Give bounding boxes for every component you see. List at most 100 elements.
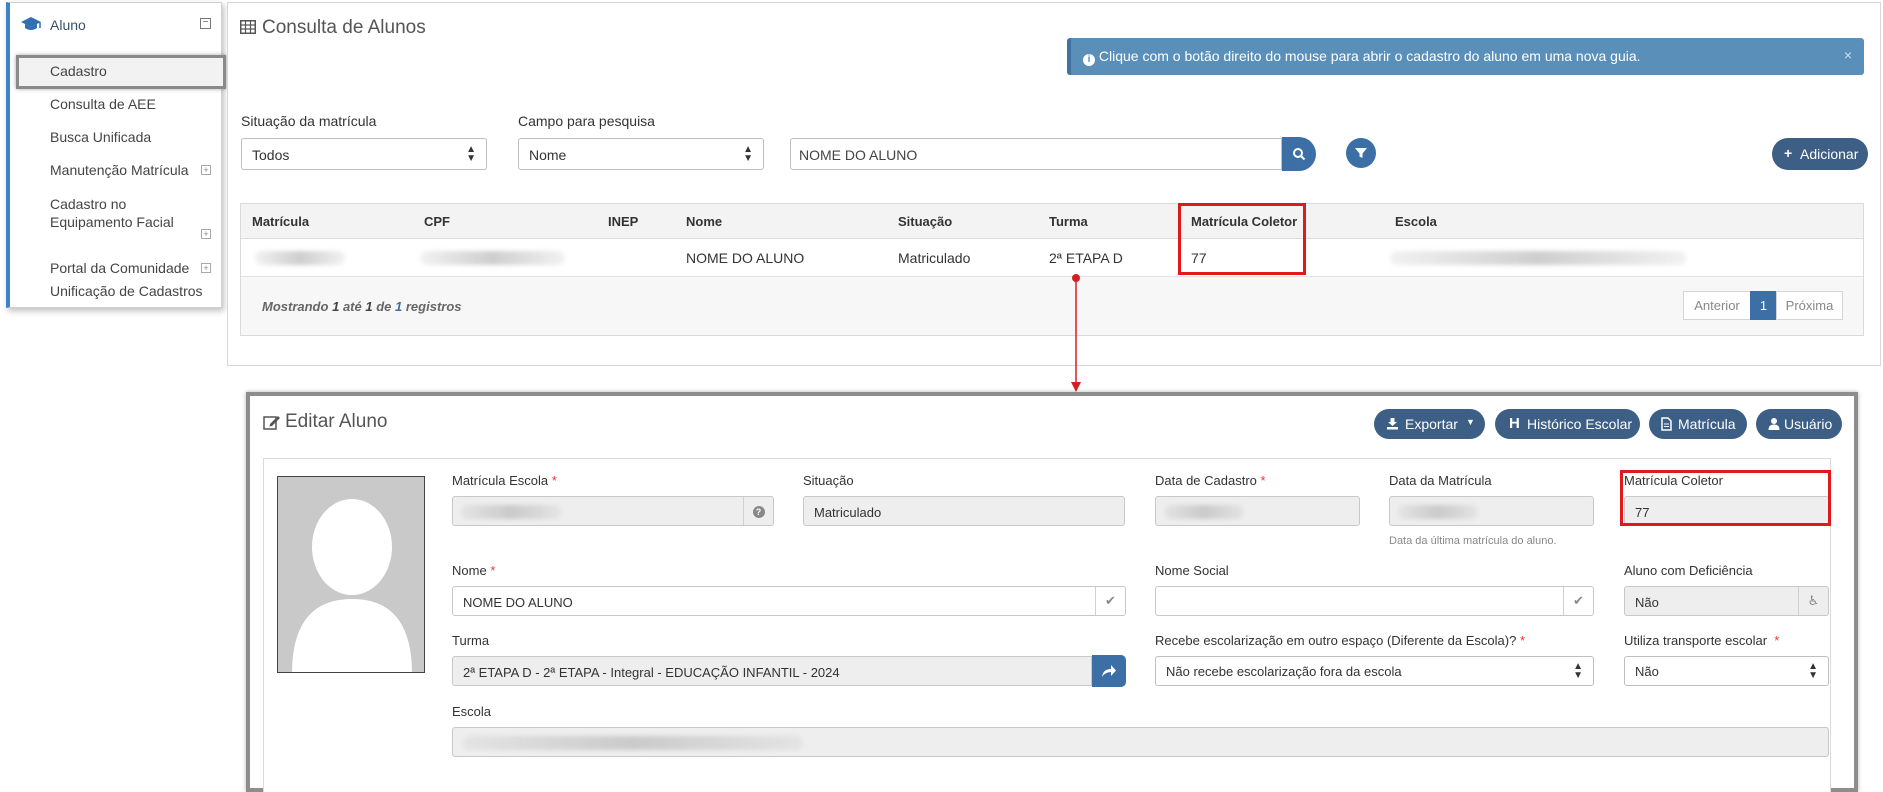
situacao-label: Situação da matrícula [241,113,377,129]
filter-icon [1355,148,1367,158]
situacao-field-label: Situação [803,473,854,488]
caret-down-icon: ▼ [1466,417,1475,427]
sidebar-item-unificacao-cadastros[interactable]: Unificação de Cadastros [50,283,203,299]
cell-turma: 2ª ETAPA D [1049,250,1123,266]
info-alert: i Clique com o botão direito do mouse pa… [1067,38,1864,75]
download-icon [1387,418,1398,430]
highlight-matricula-coletor-column [1178,203,1306,275]
expand-icon[interactable]: + [201,165,211,175]
wheelchair-icon: ♿ [1798,587,1828,615]
redacted-escola-name [463,736,803,750]
col-matricula[interactable]: Matrícula [252,214,309,229]
sidebar-item-portal-comunidade[interactable]: Portal da Comunidade [50,260,189,276]
filter-button[interactable] [1346,138,1376,168]
edit-icon [263,416,280,430]
table-icon [240,20,256,34]
nome-social-field[interactable]: ✔ [1155,586,1594,616]
info-circle-icon: i [1083,54,1095,66]
check-icon: ✔ [1095,587,1125,615]
redacted-data-cadastro [1164,505,1244,519]
sidebar-item-cadastro-highlight [16,55,226,89]
search-input[interactable]: NOME DO ALUNO [790,138,1282,170]
pagination-prev[interactable]: Anterior [1683,291,1751,320]
matricula-escola-field[interactable]: ? [452,496,774,526]
sidebar-item-consulta-aee[interactable]: Consulta de AEE [50,96,156,112]
data-cadastro-field [1155,496,1360,526]
transporte-select[interactable]: Não ▲ ▼ [1624,656,1829,686]
search-icon [1293,148,1306,161]
deficiencia-field[interactable]: Não ♿ [1624,586,1829,616]
situacao-field: Matriculado [803,496,1125,526]
expand-icon[interactable]: + [201,229,211,239]
campo-label: Campo para pesquisa [518,113,655,129]
escola-label: Escola [452,704,492,719]
collapse-icon[interactable]: − [200,18,211,29]
close-icon[interactable]: × [1844,47,1852,63]
matricula-button[interactable]: Matrícula [1649,409,1747,439]
situacao-select[interactable]: Todos ▲ ▼ [241,138,487,170]
turma-field: 2ª ETAPA D - 2ª ETAPA - Integral - EDUCA… [452,656,1092,686]
search-button[interactable] [1282,137,1316,171]
highlight-matricula-coletor-field [1620,470,1831,526]
col-cpf[interactable]: CPF [424,214,450,229]
data-matricula-label: Data da Matrícula [1389,473,1492,488]
redacted-cpf [420,251,565,265]
avatar[interactable] [277,476,425,673]
check-icon: ✔ [1563,587,1593,615]
col-inep[interactable]: INEP [608,214,638,229]
deficiencia-label: Aluno com Deficiência [1624,563,1753,578]
sidebar-menu: Aluno − Cadastro Consulta de AEE Busca U… [6,2,226,308]
exportar-button[interactable]: Exportar ▼ [1374,409,1485,439]
h-icon: H [1509,415,1520,432]
share-arrow-icon [1102,665,1116,677]
cell-nome: NOME DO ALUNO [686,250,805,266]
select-arrows-icon: ▲ ▼ [1808,661,1818,681]
redacted-data-matricula [1398,505,1478,519]
col-escola[interactable]: Escola [1395,214,1437,229]
escola-field [452,727,1829,757]
sidebar-item-busca-unificada[interactable]: Busca Unificada [50,129,151,145]
matricula-escola-label: Matrícula Escola * [452,473,557,488]
turma-go-button[interactable] [1092,655,1126,687]
data-matricula-hint: Data da última matrícula do aluno. [1389,535,1557,547]
edit-title: Editar Aluno [285,411,388,432]
redacted-matricula-escola [461,505,561,519]
expand-icon[interactable]: + [201,263,211,273]
col-turma[interactable]: Turma [1049,214,1088,229]
connector-arrow [1071,274,1081,392]
sidebar-item-cadastro[interactable]: Cadastro [50,63,107,79]
alert-message: Clique com o botão direito do mouse para… [1098,48,1641,64]
data-cadastro-label: Data de Cadastro * [1155,473,1266,488]
campo-select[interactable]: Nome ▲ ▼ [518,138,764,170]
sidebar-header-label: Aluno [50,17,86,33]
col-nome[interactable]: Nome [686,214,722,229]
table-footer [241,276,1863,335]
usuario-button[interactable]: Usuário [1756,409,1842,439]
records-count: Mostrando 1 até 1 de 1 registros [262,299,462,314]
escolarizacao-select[interactable]: Não recebe escolarização fora da escola … [1155,656,1594,686]
select-arrows-icon: ▲ ▼ [743,144,753,164]
add-button[interactable]: + Adicionar [1772,138,1868,170]
pagination-page-1[interactable]: 1 [1750,291,1777,320]
cell-situacao: Matriculado [898,250,971,266]
transporte-label: Utiliza transporte escolar * [1624,633,1780,648]
historico-escolar-button[interactable]: H Histórico Escolar [1495,409,1640,439]
redacted-escola [1390,251,1686,265]
col-situacao[interactable]: Situação [898,214,952,229]
sidebar-item-manutencao-matricula[interactable]: Manutenção Matrícula [50,162,189,178]
plus-icon: + [1784,145,1793,161]
select-arrows-icon: ▲ ▼ [466,144,476,164]
nome-social-label: Nome Social [1155,563,1229,578]
file-text-icon [1661,417,1672,431]
user-silhouette-icon [292,499,412,672]
user-icon [1768,418,1780,430]
sidebar-header[interactable]: Aluno − [10,3,221,45]
redacted-matricula [255,251,345,265]
sidebar-item-equipamento-facial[interactable]: Cadastro no Equipamento Facial [50,195,210,231]
data-matricula-field [1389,496,1594,526]
select-arrows-icon: ▲ ▼ [1573,661,1583,681]
pagination-next[interactable]: Próxima [1776,291,1843,320]
nome-field[interactable]: NOME DO ALUNO ✔ [452,586,1126,616]
question-circle-icon[interactable]: ? [743,497,773,525]
nome-label: Nome * [452,563,496,578]
